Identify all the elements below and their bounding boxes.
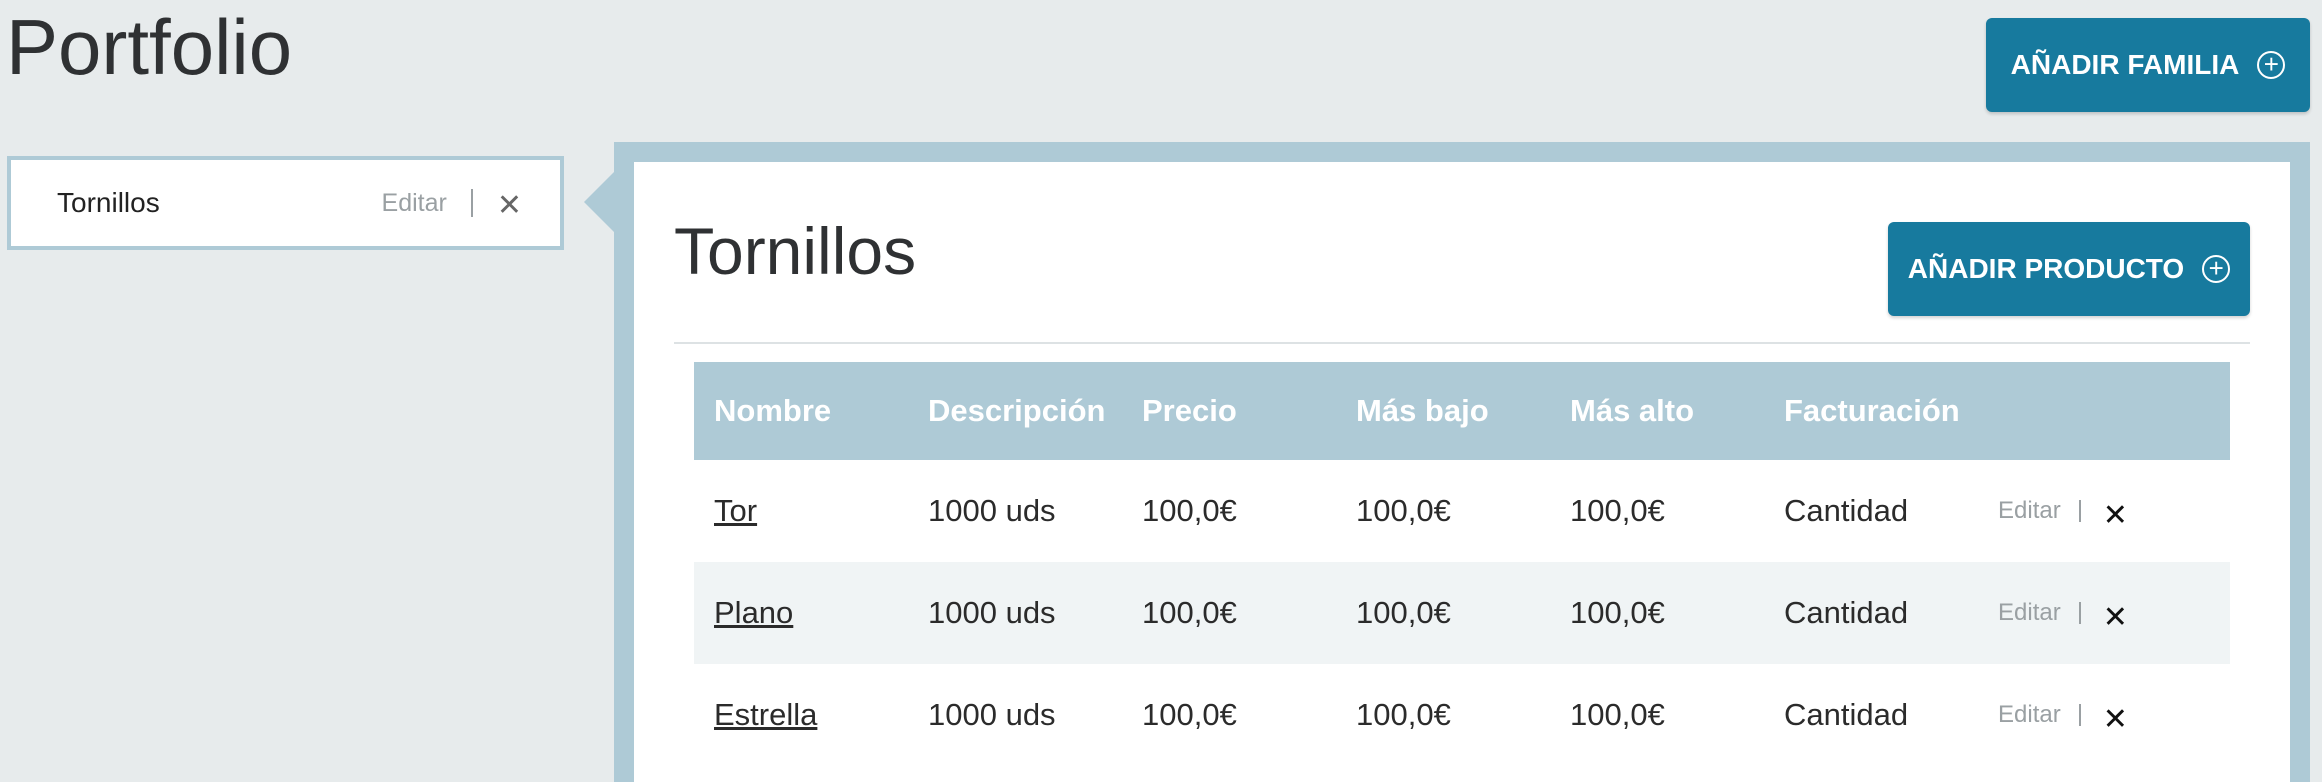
product-name-link[interactable]: Estrella (694, 697, 908, 733)
edit-product-link[interactable]: Editar (1998, 497, 2061, 525)
panel-pointer (584, 170, 616, 234)
divider (2078, 602, 2081, 624)
product-low: 100,0€ (1356, 493, 1451, 528)
product-low: 100,0€ (1356, 697, 1451, 732)
product-name-link[interactable]: Plano (694, 595, 908, 631)
page-title: Portfolio (6, 3, 293, 91)
add-family-label: AÑADIR FAMILIA (2010, 49, 2240, 80)
column-header-precio[interactable]: Precio (1122, 393, 1336, 429)
product-description: 1000 uds (928, 493, 1056, 528)
product-price: 100,0€ (1142, 493, 1237, 528)
divider (2078, 704, 2081, 726)
table-row: Plano 1000 uds 100,0€ 100,0€ 100,0€ Cant… (694, 562, 2230, 664)
divider (674, 342, 2250, 344)
product-price: 100,0€ (1142, 697, 1237, 732)
column-header-descripcion[interactable]: Descripción (908, 393, 1122, 429)
column-header-mas-alto[interactable]: Más alto (1550, 393, 1764, 429)
product-low: 100,0€ (1356, 595, 1451, 630)
table-row: Estrella 1000 uds 100,0€ 100,0€ 100,0€ C… (694, 664, 2230, 766)
column-header-mas-bajo[interactable]: Más bajo (1336, 393, 1550, 429)
product-billing: Cantidad (1784, 595, 1909, 630)
add-product-button[interactable]: AÑADIR PRODUCTO (1888, 222, 2250, 316)
add-product-label: AÑADIR PRODUCTO (1907, 253, 2185, 284)
edit-product-link[interactable]: Editar (1998, 701, 2061, 729)
column-header-facturacion[interactable]: Facturación (1764, 393, 1978, 429)
row-actions: Editar ✕ (1978, 491, 2230, 531)
table-header: Nombre Descripción Precio Más bajo Más a… (694, 362, 2230, 460)
product-name-link[interactable]: Tor (694, 493, 908, 529)
close-icon[interactable]: ✕ (497, 191, 522, 221)
family-panel: Tornillos AÑADIR PRODUCTO Nombre Descrip… (634, 162, 2290, 782)
close-icon[interactable]: ✕ (2103, 603, 2128, 633)
family-title: Tornillos (674, 214, 917, 288)
product-high: 100,0€ (1570, 697, 1665, 732)
row-actions: Editar ✕ (1978, 695, 2230, 735)
product-high: 100,0€ (1570, 595, 1665, 630)
sidebar-item-tornillos[interactable]: Tornillos Editar ✕ (7, 156, 564, 250)
product-billing: Cantidad (1784, 697, 1909, 732)
plus-circle-icon (2257, 51, 2286, 79)
product-billing: Cantidad (1784, 493, 1909, 528)
edit-product-link[interactable]: Editar (1998, 599, 2061, 627)
divider (470, 189, 473, 217)
product-description: 1000 uds (928, 697, 1056, 732)
family-name[interactable]: Tornillos (57, 187, 382, 219)
row-actions: Editar ✕ (1978, 593, 2230, 633)
close-icon[interactable]: ✕ (2103, 705, 2128, 735)
product-high: 100,0€ (1570, 493, 1665, 528)
divider (2078, 500, 2081, 522)
add-family-button[interactable]: AÑADIR FAMILIA (1986, 18, 2310, 112)
product-description: 1000 uds (928, 595, 1056, 630)
close-icon[interactable]: ✕ (2103, 501, 2128, 531)
table-row: Tor 1000 uds 100,0€ 100,0€ 100,0€ Cantid… (694, 460, 2230, 562)
products-table: Nombre Descripción Precio Más bajo Más a… (694, 362, 2230, 766)
column-header-nombre[interactable]: Nombre (694, 393, 908, 429)
product-price: 100,0€ (1142, 595, 1237, 630)
plus-circle-icon (2202, 255, 2231, 283)
edit-family-link[interactable]: Editar (382, 189, 447, 218)
